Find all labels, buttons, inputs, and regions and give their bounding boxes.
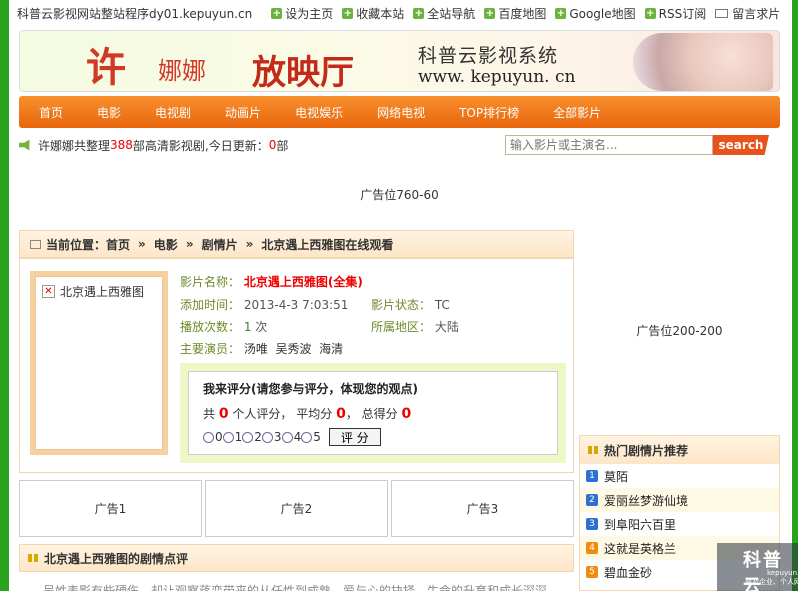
baidu-map-link[interactable]: + 百度地图 [484, 5, 546, 22]
actor-link[interactable]: 汤唯 [244, 342, 268, 356]
added-time: 2013-4-3 7:03:51 [243, 298, 349, 312]
search-form: search [505, 135, 769, 155]
watermark-url: kepuyun.cn [767, 569, 798, 577]
ad-slot-1[interactable]: 广告1 [19, 480, 202, 537]
ad-row: 广告1 广告2 广告3 [19, 480, 574, 537]
plays-row: 播放次数： 1 次 [180, 320, 268, 334]
watermark: 科普云 kepuyun.cn 普及企业、个人网站建设 [717, 543, 798, 591]
review-header: 北京遇上西雅图的剧情点评 [19, 544, 574, 572]
ad-slot-3[interactable]: 广告3 [391, 480, 574, 537]
request-link[interactable]: 留言求片 [715, 5, 780, 22]
page: 科普云影视网站整站程序dy01.kepuyun.cn + 设为主页 + 收藏本站 +… [9, 0, 792, 591]
rating-radio-2[interactable] [242, 431, 254, 443]
breadcrumb-movies[interactable]: 电影 [154, 236, 178, 253]
nav-animation[interactable]: 动画片 [225, 104, 261, 121]
search-button[interactable]: search [713, 135, 769, 155]
banner-brand: 科普云影视系统 [418, 45, 559, 67]
top-bar: 科普云影视网站整站程序dy01.kepuyun.cn + 设为主页 + 收藏本站 +… [9, 0, 792, 26]
banner-xu: 许 [86, 44, 126, 91]
mail-icon [715, 8, 729, 18]
nav-top[interactable]: TOP排行榜 [459, 104, 519, 121]
plus-icon: + [644, 7, 656, 19]
right-frame [792, 0, 798, 591]
plus-icon: + [342, 7, 354, 19]
site-name: 科普云影视网站整站程序dy01.kepuyun.cn [17, 6, 253, 21]
rating-total: 0 [401, 406, 412, 422]
breadcrumb-home[interactable]: 首页 [106, 236, 130, 253]
rating-radio-3[interactable] [261, 431, 273, 443]
poster-alt-text: 北京遇上西雅图 [60, 285, 145, 299]
rating-people: 0 [218, 406, 229, 422]
plus-icon: + [271, 7, 283, 19]
total-count: 388 [110, 138, 133, 152]
section-icon [588, 446, 598, 454]
google-map-link[interactable]: + Google地图 [555, 5, 636, 22]
rating-average: 0 [336, 406, 346, 422]
search-input[interactable] [505, 135, 713, 155]
rss-link[interactable]: + RSS订阅 [644, 5, 706, 22]
movie-detail: ✕ 北京遇上西雅图 影片名称： 北京遇上西雅图(全集) 添加时间： 2013-4… [19, 258, 574, 473]
poster-frame: ✕ 北京遇上西雅图 [30, 271, 168, 455]
banner-title: 放映厅 [252, 53, 354, 92]
set-home-link[interactable]: + 设为主页 [271, 5, 333, 22]
banner-url: www. kepuyun. cn [418, 67, 576, 87]
actors-row: 主要演员： 汤唯 吴秀波 海清 [180, 342, 344, 356]
bookmark-link[interactable]: + 收藏本站 [342, 5, 404, 22]
rating-title: 我来评分(请您参与评分，体现您的观点) [203, 382, 418, 396]
status-row: 影片状态： TC [371, 298, 450, 312]
left-frame [0, 0, 9, 591]
ad-side: 广告位200-200 [636, 324, 723, 338]
plus-icon: + [555, 7, 567, 19]
nav-tv-entertainment[interactable]: 电视娱乐 [295, 104, 343, 121]
header-banner[interactable]: 许 娜娜 放映厅 科普云影视系统 www. kepuyun. cn [19, 30, 780, 92]
nav-all[interactable]: 全部影片 [553, 104, 601, 121]
nav-web-tv[interactable]: 网络电视 [377, 104, 425, 121]
review-text: 吴姓表影有些硬伤，却让观察蒋变带来的从任性到成熟，爱与心的抉择，生命的升育和成长… [43, 584, 548, 591]
movie-name[interactable]: 北京遇上西雅图(全集) [244, 275, 363, 289]
breadcrumb: 当前位置： 首页 » 电影 » 剧情片 » 北京遇上西雅图在线观看 [19, 230, 574, 258]
movie-status: TC [434, 298, 450, 312]
review-title: 北京遇上西雅图的剧情点评 [44, 551, 189, 566]
play-count: 1 [243, 320, 252, 334]
ad-banner-top: 广告位760-60 [360, 188, 439, 202]
breadcrumb-current[interactable]: 北京遇上西雅图在线观看 [261, 236, 393, 253]
speaker-icon [19, 139, 30, 151]
breadcrumb-drama[interactable]: 剧情片 [202, 236, 238, 253]
actor-link[interactable]: 海清 [319, 342, 343, 356]
plus-icon: + [484, 7, 496, 19]
rating-radio-5[interactable] [301, 431, 313, 443]
rating-panel: 我来评分(请您参与评分，体现您的观点) 共 0 个人评分， 平均分 0， 总得分… [180, 363, 566, 463]
banner-nana: 娜娜 [158, 57, 206, 85]
hot-item[interactable]: 1 莫陌 [580, 464, 779, 488]
nav-movies[interactable]: 电影 [97, 104, 121, 121]
rating-radio-4[interactable] [281, 431, 293, 443]
hot-item[interactable]: 2 爱丽丝梦游仙境 [580, 488, 779, 512]
broken-image-icon: ✕ [42, 285, 55, 298]
nav-tv-series[interactable]: 电视剧 [155, 104, 191, 121]
rating-radio-0[interactable] [203, 431, 214, 443]
rating-radio-1[interactable] [222, 431, 234, 443]
rating-stats: 共 0 个人评分， 平均分 0， 总得分 0 [203, 406, 412, 422]
location-icon [30, 239, 41, 249]
section-icon [28, 554, 38, 562]
actor-link[interactable]: 吴秀波 [276, 342, 312, 356]
region-row: 所属地区： 大陆 [371, 320, 459, 334]
banner-photo [633, 33, 773, 91]
movie-poster[interactable]: ✕ 北京遇上西雅图 [35, 276, 163, 450]
plus-icon: + [413, 7, 425, 19]
region: 大陆 [434, 320, 459, 334]
site-nav-link[interactable]: + 全站导航 [413, 5, 475, 22]
main-nav: 首页 电影 电视剧 动画片 电视娱乐 网络电视 TOP排行榜 全部影片 [19, 96, 780, 128]
ad-slot-2[interactable]: 广告2 [205, 480, 388, 537]
added-time-row: 添加时间： 2013-4-3 7:03:51 [180, 298, 349, 312]
hot-list-header: 热门剧情片推荐 [580, 436, 779, 464]
nav-home[interactable]: 首页 [39, 104, 63, 121]
hot-item[interactable]: 3 到阜阳六百里 [580, 512, 779, 536]
watermark-sub: 普及企业、个人网站建设 [745, 578, 798, 586]
submit-rating-button[interactable]: 评 分 [328, 428, 381, 446]
rating-options: 0 1 2 3 4 5 评 分 [203, 428, 543, 446]
movie-name-row: 影片名称： 北京遇上西雅图(全集) [180, 275, 363, 289]
today-count: 0 [268, 138, 277, 152]
